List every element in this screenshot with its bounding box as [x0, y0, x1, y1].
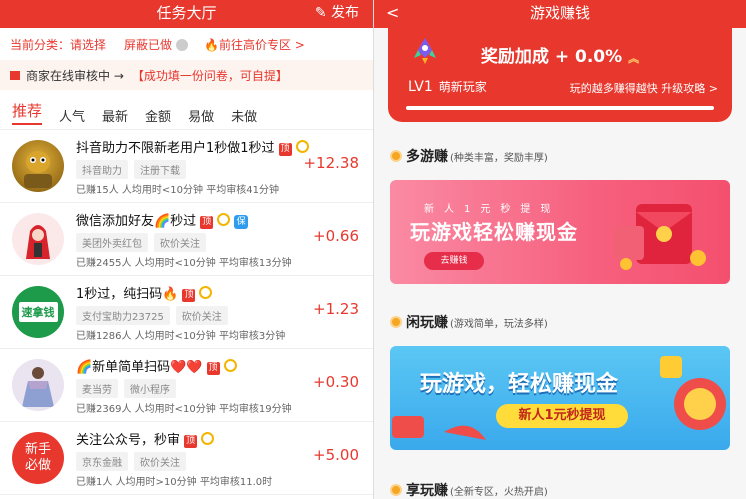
- bonus-rate: 奖励加成 + 0.0% ︽: [480, 47, 640, 67]
- game-illustration: [392, 356, 726, 440]
- red-envelope-illustration: [614, 204, 706, 270]
- task-title: 微信添加好友🌈秒过顶保: [76, 210, 249, 229]
- toggle-circle-icon: [176, 38, 189, 51]
- task-meta: 已赚2455人 人均用时<10分钟 平均审核13分钟: [76, 258, 292, 269]
- task-meta: 已赚1286人 人均用时<10分钟 平均审核3分钟: [76, 331, 286, 342]
- level-info: LV1 萌新玩家: [408, 79, 487, 95]
- section-title: 享玩赚 (全新专区，火热开启): [390, 480, 548, 499]
- task-row[interactable]: 新手必做 关注公众号，秒审顶 京东金融 砍价关注 已赚1人 人均用时>10分钟 平…: [0, 422, 373, 495]
- task-meta: 已赚2369人 人均用时<10分钟 平均审核19分钟: [76, 404, 292, 415]
- task-title: 抖音助力不限新老用户1秒做1秒过顶: [76, 137, 309, 156]
- game-earn-panel: < 游戏赚钱 奖励加成 + 0.0% ︽ LV1 萌新玩家 玩的越多赚得越快 升级…: [374, 0, 746, 499]
- withdraw-pill[interactable]: 新人1元秒提现: [496, 404, 628, 428]
- level-progress-bar: [406, 106, 714, 110]
- tab-recommend[interactable]: 推荐: [12, 100, 43, 125]
- top-badge: 顶: [278, 143, 292, 156]
- premium-zone-link[interactable]: 🔥前往高价专区 >: [204, 36, 305, 53]
- banner-title: 玩游戏轻松赚现金: [410, 220, 578, 244]
- task-reward: +5.00: [313, 446, 359, 464]
- notice-bar[interactable]: 商家在线审核中 → 【成功填一份问卷，可自提】: [0, 60, 373, 90]
- tab-easy[interactable]: 易做: [188, 106, 214, 125]
- premium-coin-icon: [295, 140, 309, 153]
- go-earn-button[interactable]: 去赚钱: [424, 252, 484, 270]
- category-bar: 当前分类：请选择 屏蔽已做 🔥前往高价专区 >: [0, 28, 373, 60]
- task-avatar: [12, 140, 64, 192]
- premium-coin-icon: [217, 213, 231, 226]
- top-badge: 顶: [206, 362, 220, 375]
- coin-icon: [390, 316, 402, 328]
- coin-icon: [390, 484, 402, 496]
- section-title: 多游赚 (种类丰富，奖励丰厚): [390, 146, 548, 166]
- block-done-toggle[interactable]: 屏蔽已做: [124, 36, 189, 53]
- tab-amount[interactable]: 金额: [145, 106, 171, 125]
- task-tags: 支付宝助力23725 砍价关注: [76, 306, 234, 325]
- task-hall-panel: 任务大厅 ✎ 发布 当前分类：请选择 屏蔽已做 🔥前往高价专区 > 商家在线审核…: [0, 0, 373, 499]
- tab-popular[interactable]: 人气: [59, 106, 85, 125]
- publish-label: 发布: [331, 5, 359, 21]
- task-row[interactable]: 微信添加好友🌈秒过顶保 美团外卖红包 砍价关注 已赚2455人 人均用时<10分钟…: [0, 203, 373, 276]
- task-row[interactable]: 🌈新单简单扫码❤️❤️ 顶 麦当劳 微小程序 已赚2369人 人均用时<10分钟 平…: [0, 349, 373, 422]
- game-banner-duoyou[interactable]: 新人1元秒提现 玩游戏轻松赚现金 去赚钱: [390, 180, 730, 284]
- task-hall-header: 任务大厅 ✎ 发布: [0, 0, 373, 28]
- premium-coin-icon: [223, 359, 237, 372]
- task-tags: 美团外卖红包 砍价关注: [76, 233, 212, 252]
- premium-coin-icon: [199, 286, 213, 299]
- top-badge: 顶: [200, 216, 214, 229]
- task-row[interactable]: 抖音助力不限新老用户1秒做1秒过顶 抖音助力 注册下载 已赚15人 人均用时<10…: [0, 130, 373, 203]
- task-title: 关注公众号，秒审顶: [76, 429, 215, 448]
- task-meta: 已赚15人 人均用时<10分钟 平均审核41分钟: [76, 185, 279, 196]
- task-tags: 麦当劳 微小程序: [76, 379, 182, 398]
- notice-text: 商家在线审核中 →: [26, 68, 124, 83]
- task-tags: 抖音助力 注册下载: [76, 160, 192, 179]
- task-reward: +12.38: [303, 154, 359, 172]
- premium-coin-icon: [201, 432, 215, 445]
- game-banner-xianwan[interactable]: 玩游戏，轻松赚现金 新人1元秒提现: [390, 346, 730, 450]
- publish-button[interactable]: ✎ 发布: [315, 0, 359, 26]
- task-row[interactable]: 速拿钱 1秒过，纯扫码🔥 顶 支付宝助力23725 砍价关注 已赚1286人 人均用…: [0, 276, 373, 349]
- coin-icon: [390, 150, 402, 162]
- page-title: 游戏赚钱: [529, 4, 590, 22]
- game-earn-header: < 游戏赚钱: [374, 0, 746, 28]
- task-avatar: [12, 213, 64, 265]
- tab-latest[interactable]: 最新: [102, 106, 128, 125]
- task-avatar: 新手必做: [12, 432, 64, 484]
- task-avatar: 速拿钱: [12, 286, 64, 338]
- task-tags: 京东金融 砍价关注: [76, 452, 192, 471]
- task-reward: +0.30: [313, 373, 359, 391]
- banner-subtitle: 新人1元秒提现: [424, 204, 561, 215]
- banner-title: 玩游戏，轻松赚现金: [420, 372, 619, 397]
- speaker-icon: [10, 70, 20, 80]
- task-meta: 已赚1人 人均用时>10分钟 平均审核11.0时: [76, 477, 273, 488]
- filter-tabs: 推荐 人气 最新 金额 易做 未做: [0, 98, 373, 130]
- task-reward: +0.66: [313, 227, 359, 245]
- task-avatar: [12, 359, 64, 411]
- section-title: 闲玩赚 (游戏简单，玩法多样): [390, 312, 548, 332]
- tab-undone[interactable]: 未做: [231, 106, 257, 125]
- task-title: 1秒过，纯扫码🔥 顶: [76, 283, 213, 302]
- category-select[interactable]: 当前分类：请选择: [10, 36, 106, 53]
- task-reward: +1.23: [313, 300, 359, 318]
- level-card: 奖励加成 + 0.0% ︽ LV1 萌新玩家 玩的越多赚得越快 升级攻略 >: [388, 28, 732, 122]
- top-badge: 顶: [182, 289, 196, 302]
- upgrade-guide-link[interactable]: 玩的越多赚得越快 升级攻略 >: [570, 80, 718, 96]
- notice-highlight: 【成功填一份问卷，可自提】: [131, 68, 288, 83]
- top-badge: 顶: [184, 435, 198, 448]
- task-title: 🌈新单简单扫码❤️❤️ 顶: [76, 356, 237, 375]
- guarantee-badge: 保: [234, 215, 249, 229]
